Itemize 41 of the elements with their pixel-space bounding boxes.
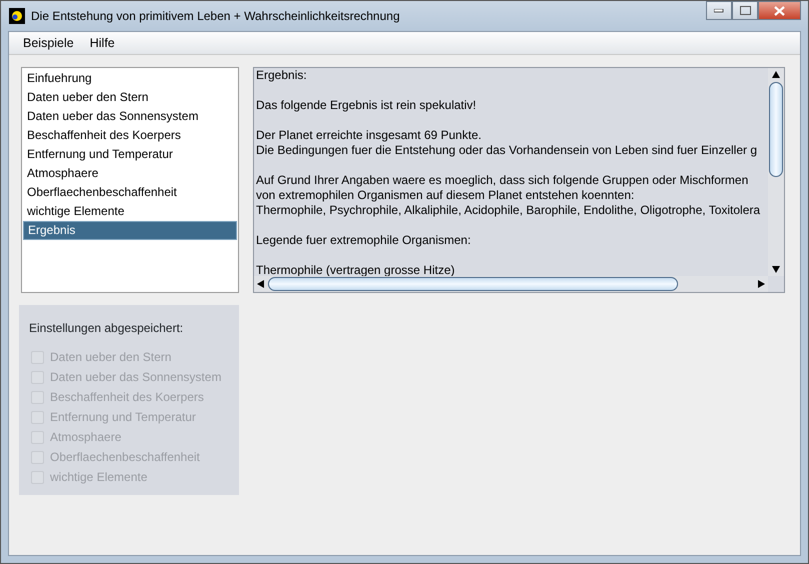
app-icon <box>9 8 25 24</box>
list-item[interactable]: Ergebnis <box>23 221 237 240</box>
text-line: Thermophile, Psychrophile, Alkaliphile, Acidophile, Barophile, Endolithe, Oligotrophe, Toxitolera <box>256 203 762 218</box>
scroll-left-icon[interactable] <box>257 280 264 288</box>
checkbox-label: Entfernung und Temperatur <box>50 409 196 426</box>
text-line: Die Bedingungen fuer die Entstehung oder das Vorhandensein von Leben sind fuer Einzeller g <box>256 143 758 158</box>
checkbox-label: Oberflaechenbeschaffenheit <box>50 449 200 466</box>
vertical-scroll-thumb[interactable] <box>769 82 783 177</box>
list-item[interactable]: Daten ueber das Sonnensystem <box>23 107 237 126</box>
text-line: Ergebnis: <box>256 68 308 83</box>
checkbox-label: Atmosphaere <box>50 429 122 446</box>
close-icon <box>774 6 785 16</box>
checkbox-label: Beschaffenheit des Koerpers <box>50 389 204 406</box>
maximize-icon <box>740 6 750 15</box>
list-item[interactable]: wichtige Elemente <box>23 202 237 221</box>
scroll-up-icon[interactable] <box>772 71 780 78</box>
list-item[interactable]: Oberflaechenbeschaffenheit <box>23 183 237 202</box>
close-button[interactable] <box>758 1 801 20</box>
text-line: Legende fuer extremophile Organismen: <box>256 233 472 248</box>
checkbox-label: Daten ueber das Sonnensystem <box>50 369 222 386</box>
text-line: von extremophilen Organismen auf diesem Planet entstehen koennten: <box>256 188 636 203</box>
menu-item[interactable]: Beispiele <box>15 34 82 52</box>
list-item[interactable]: Beschaffenheit des Koerpers <box>23 126 237 145</box>
list-item[interactable]: Daten ueber den Stern <box>23 88 237 107</box>
menu-item[interactable]: Hilfe <box>82 34 123 52</box>
minimize-button[interactable] <box>706 1 732 20</box>
list-item[interactable]: Entfernung und Temperatur <box>23 145 237 164</box>
scroll-right-icon[interactable] <box>758 280 765 288</box>
list-item[interactable]: Einfuehrung <box>23 69 237 88</box>
maximize-button[interactable] <box>732 1 758 20</box>
checkbox-label: Daten ueber den Stern <box>50 349 172 366</box>
scroll-down-icon[interactable] <box>772 266 780 273</box>
minimize-icon <box>714 8 724 12</box>
window-title: Die Entstehung von primitivem Leben + Wahrscheinlichkeitsrechnung <box>31 8 400 25</box>
text-line: Der Planet erreichte insgesamt 69 Punkte. <box>256 128 482 143</box>
settings-title: Einstellungen abgespeichert: <box>29 320 184 337</box>
list-item[interactable]: Atmosphaere <box>23 164 237 183</box>
horizontal-scroll-thumb[interactable] <box>268 277 678 291</box>
text-line: Auf Grund Ihrer Angaben waere es moeglich, dass sich folgende Gruppen oder Mischformen <box>256 173 750 188</box>
checkbox-label: wichtige Elemente <box>50 469 148 486</box>
text-line: Das folgende Ergebnis ist rein spekulativ! <box>256 98 478 113</box>
